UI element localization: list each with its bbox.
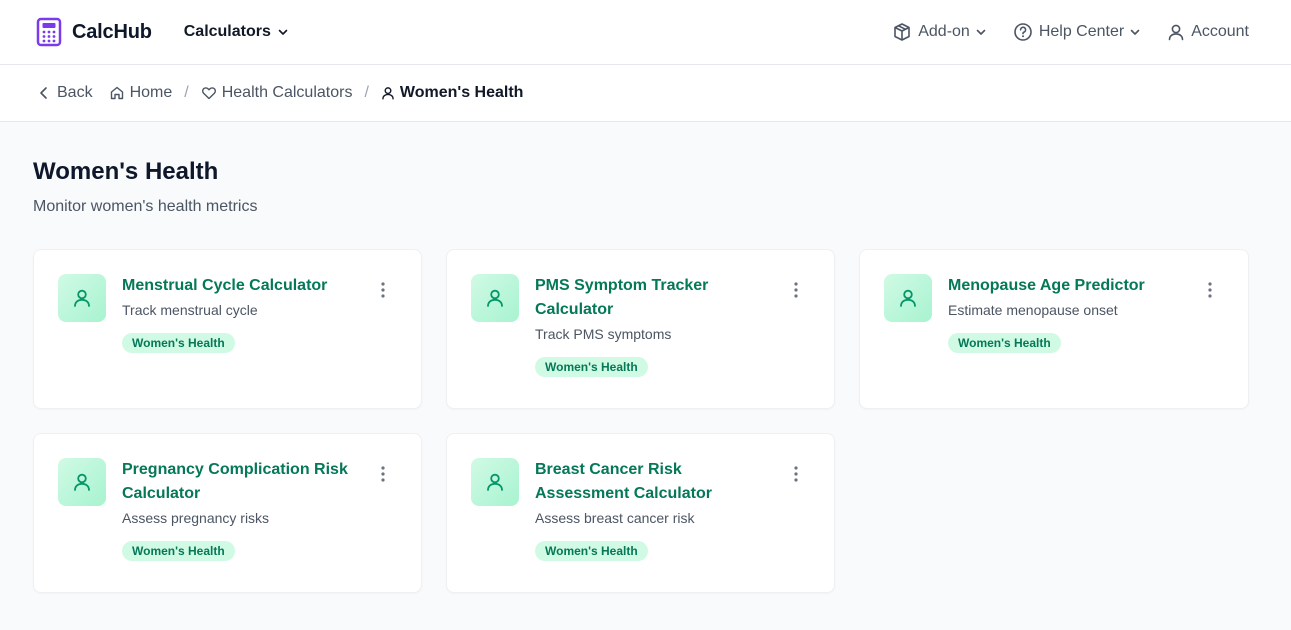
card-title[interactable]: Breast Cancer Risk Assessment Calculator [535, 458, 770, 506]
more-vertical-icon [1208, 282, 1212, 298]
account-label: Account [1191, 23, 1249, 40]
help-circle-icon [1014, 23, 1032, 41]
back-button[interactable]: Back [36, 84, 93, 102]
more-options-button[interactable] [375, 280, 391, 300]
calculator-card[interactable]: Menopause Age Predictor Estimate menopau… [859, 249, 1249, 409]
chevron-left-icon [40, 87, 47, 99]
top-header: CalcHub Calculators Add-on Help Center A… [0, 0, 1291, 65]
calculator-icon [36, 17, 62, 47]
more-options-button[interactable] [788, 280, 804, 300]
main-content: Women's Health Monitor women's health me… [0, 122, 1291, 593]
category-badge: Women's Health [122, 333, 235, 353]
card-description: Assess pregnancy risks [122, 510, 270, 526]
calculator-card[interactable]: Menstrual Cycle Calculator Track menstru… [33, 249, 422, 409]
brand-name: CalcHub [72, 20, 152, 43]
chevron-down-icon [975, 26, 987, 38]
user-icon [58, 458, 106, 506]
card-description: Track menstrual cycle [122, 302, 258, 318]
card-body: PMS Symptom Tracker Calculator Track PMS… [535, 274, 810, 408]
breadcrumb-separator: / [364, 84, 369, 101]
heart-icon [201, 87, 216, 100]
category-badge: Women's Health [535, 541, 648, 561]
category-badge: Women's Health [948, 333, 1061, 353]
chevron-down-icon [277, 26, 289, 38]
user-icon [884, 274, 932, 322]
user-icon [58, 274, 106, 322]
package-icon [894, 23, 911, 41]
calculators-menu[interactable]: Calculators [184, 23, 289, 41]
card-body: Menopause Age Predictor Estimate menopau… [948, 274, 1224, 408]
more-options-button[interactable] [375, 464, 391, 484]
more-vertical-icon [794, 282, 798, 298]
breadcrumb-current: Women's Health [381, 84, 524, 102]
card-body: Menstrual Cycle Calculator Track menstru… [122, 274, 397, 408]
breadcrumb-home[interactable]: Home [109, 84, 173, 102]
help-center-menu[interactable]: Help Center [1013, 22, 1141, 42]
category-badge: Women's Health [535, 357, 648, 377]
card-body: Breast Cancer Risk Assessment Calculator… [535, 458, 810, 592]
card-description: Track PMS symptoms [535, 326, 672, 342]
user-icon [1168, 24, 1184, 41]
user-icon [382, 87, 394, 100]
header-left: CalcHub Calculators [36, 17, 289, 47]
breadcrumb-home-label: Home [129, 84, 173, 101]
calculator-card[interactable]: PMS Symptom Tracker Calculator Track PMS… [446, 249, 835, 409]
breadcrumb-health-calculators[interactable]: Health Calculators [201, 84, 353, 102]
more-vertical-icon [381, 466, 385, 482]
addon-menu[interactable]: Add-on [892, 22, 987, 42]
chevron-down-icon [1129, 26, 1141, 38]
account-menu[interactable]: Account [1167, 23, 1249, 41]
calculator-grid: Menstrual Cycle Calculator Track menstru… [33, 249, 1258, 593]
home-icon [110, 86, 123, 100]
breadcrumb-separator: / [184, 84, 189, 101]
help-center-label: Help Center [1038, 23, 1125, 40]
card-description: Assess breast cancer risk [535, 510, 695, 526]
back-label: Back [57, 84, 93, 101]
calculator-card[interactable]: Breast Cancer Risk Assessment Calculator… [446, 433, 835, 593]
more-options-button[interactable] [788, 464, 804, 484]
more-vertical-icon [794, 466, 798, 482]
page-title: Women's Health [33, 158, 219, 185]
logo-link[interactable]: CalcHub [36, 17, 152, 47]
calculator-card[interactable]: Pregnancy Complication Risk Calculator A… [33, 433, 422, 593]
page-subtitle: Monitor women's health metrics [33, 198, 258, 215]
category-badge: Women's Health [122, 541, 235, 561]
user-icon [471, 274, 519, 322]
header-right: Add-on Help Center Account [892, 22, 1249, 42]
card-title[interactable]: Menopause Age Predictor [948, 274, 1184, 298]
user-icon [471, 458, 519, 506]
addon-label: Add-on [918, 23, 970, 40]
breadcrumb: Back Home / Health Calculators / Women's… [0, 65, 1291, 122]
breadcrumb-health-label: Health Calculators [221, 84, 353, 101]
card-title[interactable]: PMS Symptom Tracker Calculator [535, 274, 770, 322]
card-body: Pregnancy Complication Risk Calculator A… [122, 458, 397, 592]
more-options-button[interactable] [1202, 280, 1218, 300]
card-description: Estimate menopause onset [948, 302, 1118, 318]
breadcrumb-current-label: Women's Health [399, 84, 524, 101]
more-vertical-icon [381, 282, 385, 298]
calculators-menu-label: Calculators [183, 23, 271, 40]
card-title[interactable]: Menstrual Cycle Calculator [122, 274, 357, 298]
card-title[interactable]: Pregnancy Complication Risk Calculator [122, 458, 357, 506]
